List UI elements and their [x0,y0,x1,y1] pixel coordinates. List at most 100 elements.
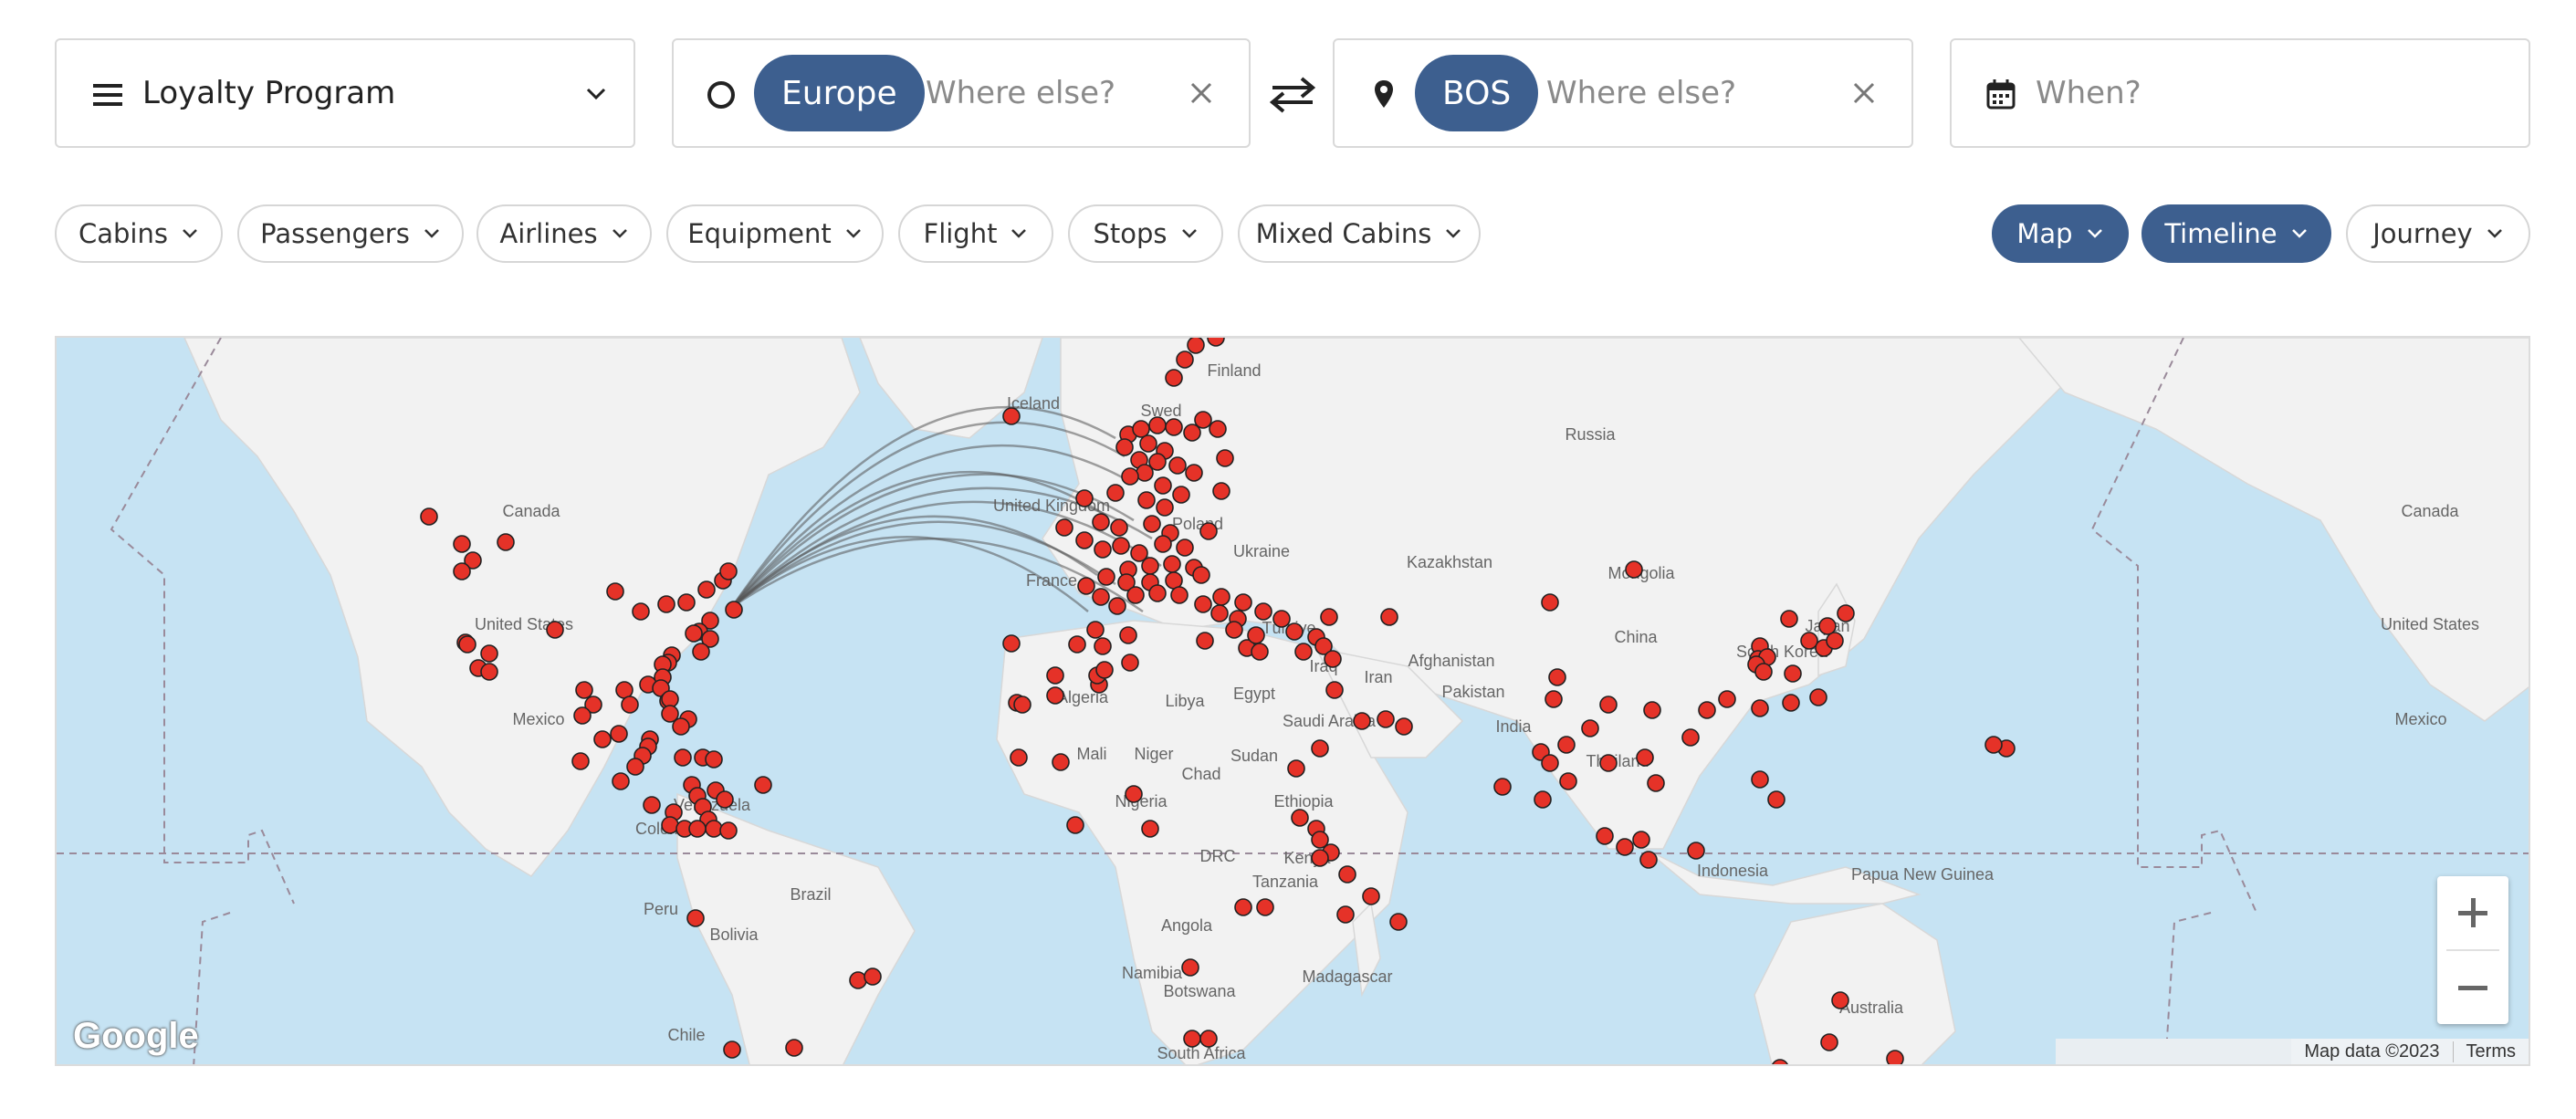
airport-marker[interactable] [1002,407,1021,425]
airport-marker[interactable] [1234,898,1252,916]
airport-marker[interactable] [1534,790,1552,809]
airport-marker[interactable] [497,533,515,551]
airport-marker[interactable] [573,706,592,725]
airport-marker[interactable] [1077,577,1095,595]
airport-marker[interactable] [864,967,882,986]
airport-marker[interactable] [1183,1030,1201,1048]
airport-marker[interactable] [1046,686,1064,705]
airport-marker[interactable] [1154,476,1172,495]
airport-marker[interactable] [1148,416,1167,434]
airport-marker[interactable] [1632,831,1650,849]
airport-marker[interactable] [571,752,590,770]
airport-marker[interactable] [1139,434,1157,453]
airport-marker[interactable] [606,582,624,601]
airport-marker[interactable] [1272,610,1291,628]
airport-marker[interactable] [1548,668,1566,686]
airport-marker[interactable] [1336,905,1355,924]
airport-marker[interactable] [1156,498,1174,517]
airport-marker[interactable] [1643,701,1661,719]
airport-marker[interactable] [1121,654,1139,672]
airport-marker[interactable] [1092,513,1110,531]
airport-marker[interactable] [1196,632,1214,650]
airport-marker[interactable] [1320,608,1338,626]
view-journey-toggle[interactable]: Journey [2346,204,2530,263]
airport-marker[interactable] [719,562,738,580]
airport-marker[interactable] [1718,690,1736,708]
airport-marker[interactable] [453,562,471,580]
airport-marker[interactable] [1557,736,1576,754]
airport-marker[interactable] [1185,464,1203,482]
airport-marker[interactable] [1751,770,1769,789]
airport-marker[interactable] [1002,634,1021,653]
airport-marker[interactable] [1780,610,1798,628]
airport-marker[interactable] [1075,531,1094,549]
airport-marker[interactable] [1108,597,1126,615]
airport-marker[interactable] [1132,420,1150,438]
airport-marker[interactable] [1247,626,1265,644]
airport-marker[interactable] [1192,566,1210,584]
destination-chip[interactable]: BOS [1415,55,1539,131]
airport-marker[interactable] [661,816,679,834]
airport-marker[interactable] [1285,622,1304,641]
airport-marker[interactable] [1754,663,1773,681]
airport-marker[interactable] [1225,621,1243,639]
airport-marker[interactable] [705,820,723,838]
airport-marker[interactable] [1212,588,1230,606]
airport-marker[interactable] [593,730,612,748]
destination-input[interactable]: Where else? [1546,75,1736,111]
airport-marker[interactable] [1013,695,1031,714]
airport-marker[interactable] [754,776,772,794]
airport-marker[interactable] [1818,617,1837,635]
origin-chip[interactable]: Europe [754,55,925,131]
airport-marker[interactable] [1311,739,1329,758]
airport-marker[interactable] [1097,568,1115,586]
airport-marker[interactable] [1055,518,1073,537]
airport-marker[interactable] [1353,712,1371,730]
airport-marker[interactable] [1095,661,1114,679]
airport-marker[interactable] [1183,424,1201,442]
airport-marker[interactable] [1984,736,2003,754]
airport-marker[interactable] [1837,604,1855,622]
airport-marker[interactable] [1176,539,1194,557]
airport-marker[interactable] [621,695,639,714]
airport-marker[interactable] [1493,778,1512,796]
airport-marker[interactable] [1181,958,1199,977]
airport-marker[interactable] [1800,632,1818,650]
airport-marker[interactable] [1291,809,1309,827]
airport-marker[interactable] [1251,643,1269,661]
airport-marker[interactable] [1380,608,1398,626]
filter-stops[interactable]: Stops [1068,204,1223,263]
zoom-out-button[interactable] [2437,951,2508,1024]
airport-marker[interactable] [575,681,593,699]
airport-marker[interactable] [610,725,628,743]
airport-marker[interactable] [1068,635,1086,654]
airport-marker[interactable] [1119,626,1137,644]
airport-marker[interactable] [1163,555,1181,573]
airport-marker[interactable] [1209,420,1227,438]
airport-marker[interactable] [1599,695,1618,714]
airport-marker[interactable] [1541,593,1559,612]
airport-marker[interactable] [1599,754,1618,772]
airport-marker[interactable] [723,1041,741,1059]
airport-marker[interactable] [546,621,564,639]
airport-marker[interactable] [1121,467,1139,486]
airport-marker[interactable] [453,535,471,553]
filter-cabins[interactable]: Cabins [55,204,223,263]
airport-marker[interactable] [1294,643,1313,661]
airport-marker[interactable] [1362,887,1380,905]
airport-marker[interactable] [1820,1033,1838,1051]
airport-marker[interactable] [686,909,705,927]
loyalty-program-select[interactable]: Loyalty Program [55,38,635,148]
airport-marker[interactable] [1311,849,1329,867]
airport-marker[interactable] [1809,688,1827,706]
airport-marker[interactable] [1052,753,1070,771]
airport-marker[interactable] [1066,816,1084,834]
airport-marker[interactable] [1581,719,1599,737]
airport-marker[interactable] [1782,694,1800,712]
airport-marker[interactable] [1395,717,1413,736]
airport-marker[interactable] [480,644,498,663]
airport-marker[interactable] [1625,560,1643,579]
airport-marker[interactable] [1125,785,1143,803]
airport-marker[interactable] [1389,913,1408,931]
airport-marker[interactable] [1545,690,1563,708]
